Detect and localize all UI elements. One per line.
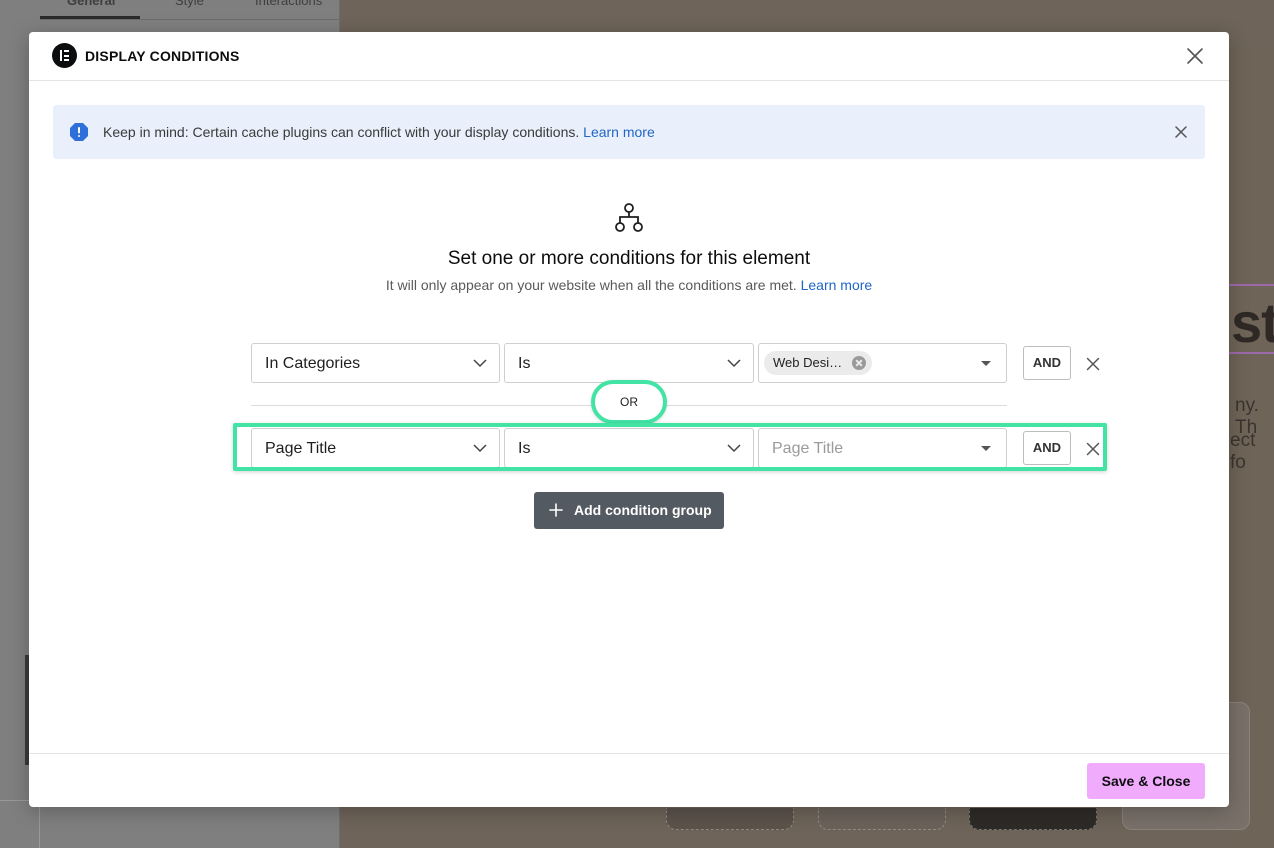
condition-operator-value: Is xyxy=(518,440,531,457)
condition-field-value: In Categories xyxy=(265,355,361,372)
conditions-subtext: It will only appear on your website when… xyxy=(29,277,1229,293)
add-condition-group-button[interactable]: Add condition group xyxy=(534,492,724,529)
condition-operator-value: Is xyxy=(518,355,531,372)
condition-field-value: Page Title xyxy=(265,440,337,457)
display-conditions-modal: DISPLAY CONDITIONS Keep in mind: Certain… xyxy=(29,32,1229,807)
chip-label: Web Desi… xyxy=(773,355,843,370)
remove-condition-icon[interactable] xyxy=(1086,442,1100,456)
chevron-down-icon xyxy=(727,359,741,368)
editor-panel-tabs: General Style Interactions xyxy=(40,0,340,20)
info-octagon-icon xyxy=(69,122,89,142)
selected-category-chip: Web Desi… xyxy=(764,351,873,375)
chip-remove-icon[interactable] xyxy=(852,356,867,370)
add-and-condition-button[interactable]: AND xyxy=(1023,346,1071,380)
condition-operator-select[interactable]: Is xyxy=(504,428,754,468)
tab-interactions: Interactions xyxy=(255,0,323,8)
remove-condition-icon[interactable] xyxy=(1086,357,1100,371)
canvas-heading-fragment: st xyxy=(1231,291,1274,354)
modal-footer: Save & Close xyxy=(29,753,1229,807)
or-separator-badge: OR xyxy=(591,380,667,424)
chevron-down-icon xyxy=(473,359,487,368)
notice-message: Keep in mind: Certain cache plugins can … xyxy=(103,124,580,140)
condition-value-select[interactable]: Web Desi… xyxy=(758,343,1007,383)
notice-text: Keep in mind: Certain cache plugins can … xyxy=(103,124,655,140)
tab-style: Style xyxy=(175,0,204,8)
condition-field-select[interactable]: In Categories xyxy=(251,343,500,383)
conditions-heading: Set one or more conditions for this elem… xyxy=(447,248,811,269)
save-and-close-button[interactable]: Save & Close xyxy=(1087,763,1205,799)
cache-notice-banner: Keep in mind: Certain cache plugins can … xyxy=(53,105,1205,159)
close-icon[interactable] xyxy=(1185,46,1205,66)
chevron-down-icon xyxy=(473,444,487,453)
canvas-text-fragment: ect fo xyxy=(1230,430,1256,473)
condition-value-select[interactable]: Page Title xyxy=(758,428,1007,468)
elementor-logo-icon xyxy=(52,43,77,68)
modal-title: DISPLAY CONDITIONS xyxy=(85,48,240,64)
sitemap-icon xyxy=(613,202,645,234)
notice-close-icon[interactable] xyxy=(1174,125,1188,139)
condition-value-placeholder: Page Title xyxy=(772,440,844,457)
caret-down-icon xyxy=(981,446,991,451)
caret-down-icon xyxy=(981,361,991,366)
condition-field-select[interactable]: Page Title xyxy=(251,428,500,468)
active-tab-indicator xyxy=(40,16,140,19)
chevron-down-icon xyxy=(727,444,741,453)
tab-general: General xyxy=(67,0,116,8)
canvas-button-placeholder xyxy=(818,808,946,830)
conditions-subtext-message: It will only appear on your website when… xyxy=(385,277,797,293)
condition-operator-select[interactable]: Is xyxy=(504,343,754,383)
add-condition-group-label: Add condition group xyxy=(574,502,712,518)
canvas-button-placeholder xyxy=(969,808,1097,830)
modal-header: DISPLAY CONDITIONS xyxy=(29,32,1229,81)
conditions-learn-more-link[interactable]: Learn more xyxy=(801,277,873,293)
plus-icon xyxy=(549,503,563,517)
panel-frame-edge xyxy=(0,800,40,848)
add-and-condition-button[interactable]: AND xyxy=(1023,431,1071,465)
notice-learn-more-link[interactable]: Learn more xyxy=(583,124,655,140)
canvas-button-placeholder xyxy=(666,808,794,830)
